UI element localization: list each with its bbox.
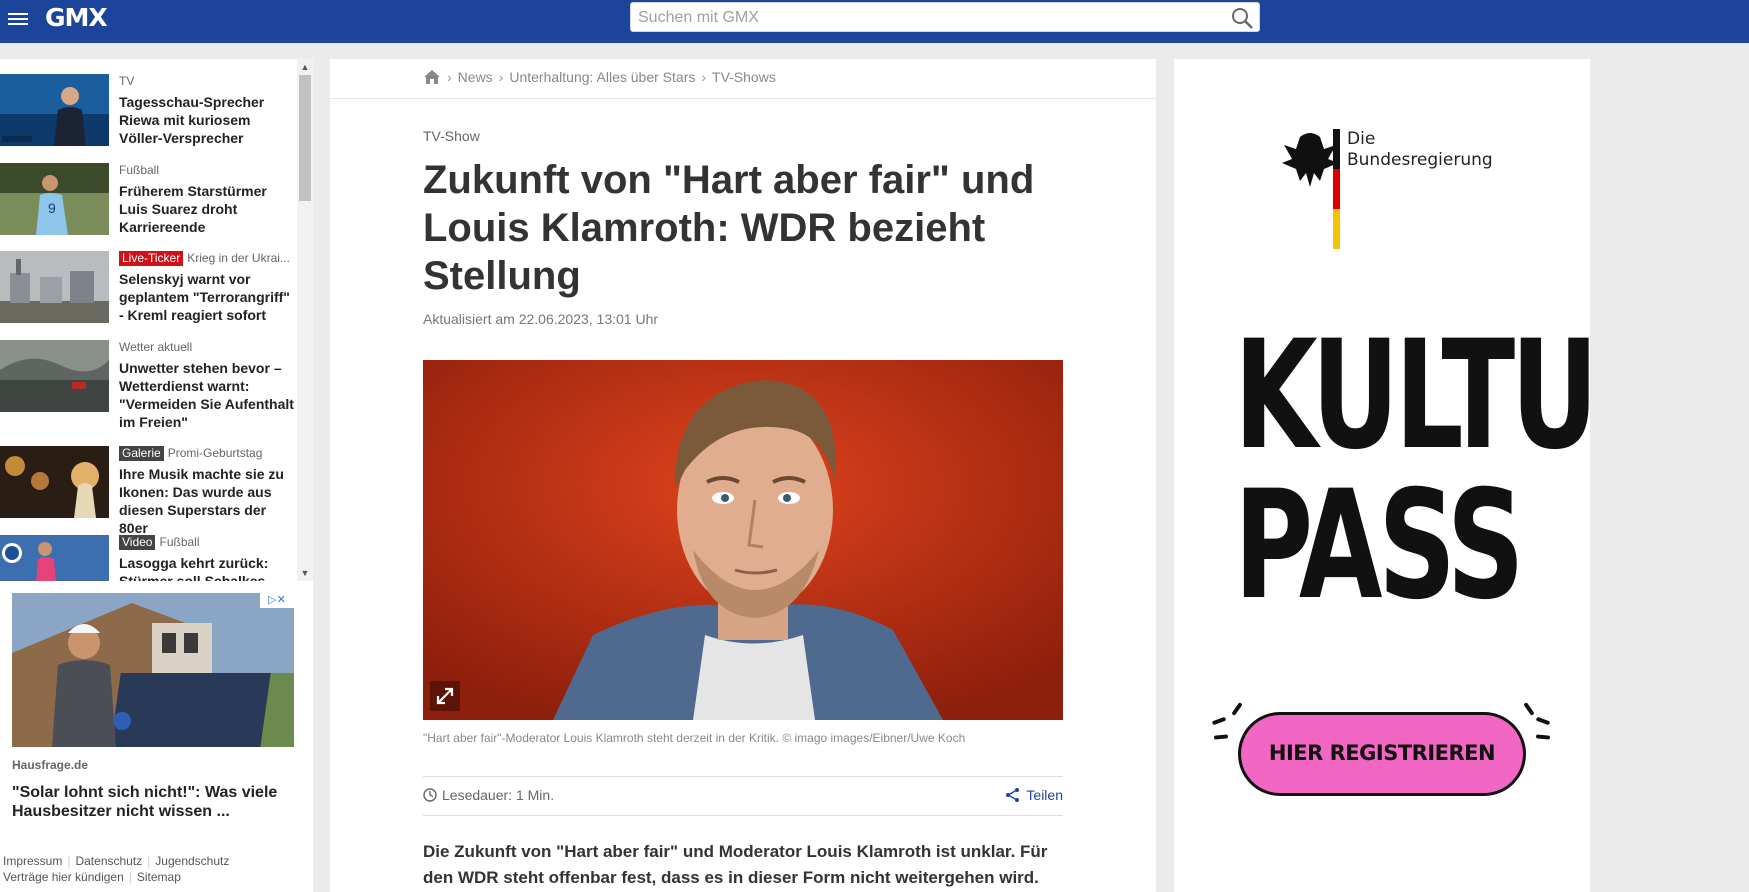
footer-link-jugendschutz[interactable]: Jugendschutz	[155, 854, 229, 868]
search-box[interactable]	[630, 2, 1260, 32]
article-headline: Zukunft von "Hart aber fair" und Louis K…	[423, 158, 1035, 298]
pass-word: PASS	[1234, 459, 1525, 633]
share-icon	[1006, 788, 1020, 802]
feed-thumbnail[interactable]	[0, 251, 109, 323]
search-input[interactable]	[638, 8, 1218, 28]
feed-thumbnail[interactable]	[0, 535, 109, 581]
footer-link-kuendigen[interactable]: Verträge hier kündigen	[3, 870, 124, 884]
feed-title[interactable]: Lasogga kehrt zurück: Stürmer soll Schal…	[119, 554, 294, 581]
feed-title[interactable]: Unwetter stehen bevor – Wetterdienst war…	[119, 359, 294, 431]
share-button[interactable]: Teilen	[1005, 787, 1063, 803]
gmx-logo[interactable]: GMX	[45, 3, 108, 32]
feed-title[interactable]: Tagesschau-Sprecher Riewa mit kuriosem V…	[119, 93, 294, 147]
kulturpass-ad[interactable]: Die Bundesregierung KULTUR PASS HIER REG…	[1174, 59, 1590, 892]
scroll-down-icon[interactable]: ▼	[297, 565, 313, 581]
image-caption: "Hart aber fair"-Moderator Louis Klamrot…	[423, 731, 966, 745]
article-hero-image[interactable]	[423, 360, 1063, 720]
kultur-word: KULTUR	[1234, 309, 1590, 483]
video-badge: Video	[119, 535, 156, 550]
gallery-badge: Galerie	[119, 446, 164, 461]
article-container: › News › Unterhaltung: Alles über Stars …	[330, 59, 1156, 892]
ad-image[interactable]: ▷✕	[12, 593, 294, 747]
feed-category: Live-Ticker Krieg in der Ukrai...	[119, 251, 294, 266]
feed-category: Wetter aktuell	[119, 340, 193, 354]
article-date: Aktualisiert am 22.06.2023, 13:01 Uhr	[423, 311, 659, 327]
left-sidebar: TV Tagesschau-Sprecher Riewa mit kuriose…	[0, 59, 313, 892]
feed-item[interactable]: 9 Fußball Früherem Starstürmer Luis Suar…	[0, 148, 297, 235]
article-toolbar: Lesedauer: 1 Min. Teilen	[423, 776, 1063, 816]
footer-link-datenschutz[interactable]: Datenschutz	[75, 854, 142, 868]
feed-category: Fußball	[119, 163, 160, 177]
feed-scrollbar[interactable]: ▲ ▼	[297, 59, 313, 581]
svg-text:9: 9	[48, 200, 56, 216]
feed-thumbnail[interactable]	[0, 74, 109, 146]
feed-thumbnail[interactable]	[0, 340, 109, 412]
news-feed: TV Tagesschau-Sprecher Riewa mit kuriose…	[0, 59, 297, 581]
breadcrumb-unterhaltung[interactable]: Unterhaltung: Alles über Stars	[509, 69, 695, 85]
feed-category: Video Fußball	[119, 535, 294, 550]
top-bar: GMX	[0, 0, 1749, 43]
hamburger-menu-icon[interactable]	[8, 10, 28, 30]
expand-icon[interactable]	[430, 681, 460, 711]
feed-item[interactable]: Live-Ticker Krieg in der Ukrai... Selensk…	[0, 236, 297, 323]
kulturpass-logo: KULTUR PASS	[1234, 321, 1590, 633]
breadcrumb-tv-shows[interactable]: TV-Shows	[712, 69, 776, 85]
search-icon[interactable]	[1230, 6, 1254, 30]
scroll-thumb[interactable]	[299, 75, 311, 201]
bundesregierung-logo: Die Bundesregierung	[1280, 129, 1500, 249]
reading-time: Lesedauer: 1 Min.	[423, 787, 554, 803]
adchoices-icon[interactable]: ▷✕	[260, 593, 294, 608]
feed-item[interactable]: Galerie Promi-Geburtstag Ihre Musik macht…	[0, 431, 297, 536]
feed-category: Galerie Promi-Geburtstag	[119, 446, 294, 461]
live-ticker-badge: Live-Ticker	[119, 251, 184, 266]
scroll-up-icon[interactable]: ▲	[297, 59, 313, 75]
feed-title[interactable]: Selenskyj warnt vor geplantem "Terrorang…	[119, 270, 294, 324]
share-label: Teilen	[1026, 787, 1063, 803]
register-button[interactable]: HIER REGISTRIEREN	[1238, 712, 1526, 796]
footer-links: Impressum | Datenschutz | Jugendschutz Vertr…	[3, 854, 230, 884]
footer-link-sitemap[interactable]: Sitemap	[137, 870, 181, 884]
footer-link-impressum[interactable]: Impressum	[3, 854, 62, 868]
feed-thumbnail[interactable]	[0, 446, 109, 518]
feed-category: TV	[119, 74, 135, 88]
reading-time-label: Lesedauer:	[442, 787, 513, 803]
article-kicker: TV-Show	[423, 128, 480, 144]
breadcrumb: › News › Unterhaltung: Alles über Stars …	[330, 59, 1156, 99]
feed-thumbnail[interactable]: 9	[0, 163, 109, 235]
ad-source[interactable]: Hausfrage.de	[12, 758, 294, 772]
article-lead: Die Zukunft von "Hart aber fair" und Mod…	[423, 842, 1048, 887]
feed-item[interactable]: Wetter aktuell Unwetter stehen bevor – W…	[0, 325, 297, 430]
eagle-icon	[1282, 129, 1340, 249]
clock-icon	[423, 788, 437, 802]
feed-title[interactable]: Früherem Starstürmer Luis Suarez droht K…	[119, 182, 294, 236]
sponsor-name: Die Bundesregierung	[1347, 129, 1493, 170]
ad-title[interactable]: "Solar lohnt sich nicht!": Was viele Hau…	[12, 783, 294, 821]
home-icon[interactable]	[423, 69, 441, 85]
sponsored-ad[interactable]: ▷✕ Hausfrage.de "Solar lohnt sich nicht!…	[12, 593, 294, 821]
reading-time-value: 1 Min.	[515, 787, 555, 803]
feed-item[interactable]: TV Tagesschau-Sprecher Riewa mit kuriose…	[0, 59, 297, 146]
breadcrumb-news[interactable]: News	[458, 69, 493, 85]
feed-item[interactable]: Video Fußball Lasogga kehrt zurück: Stürm…	[0, 520, 297, 581]
